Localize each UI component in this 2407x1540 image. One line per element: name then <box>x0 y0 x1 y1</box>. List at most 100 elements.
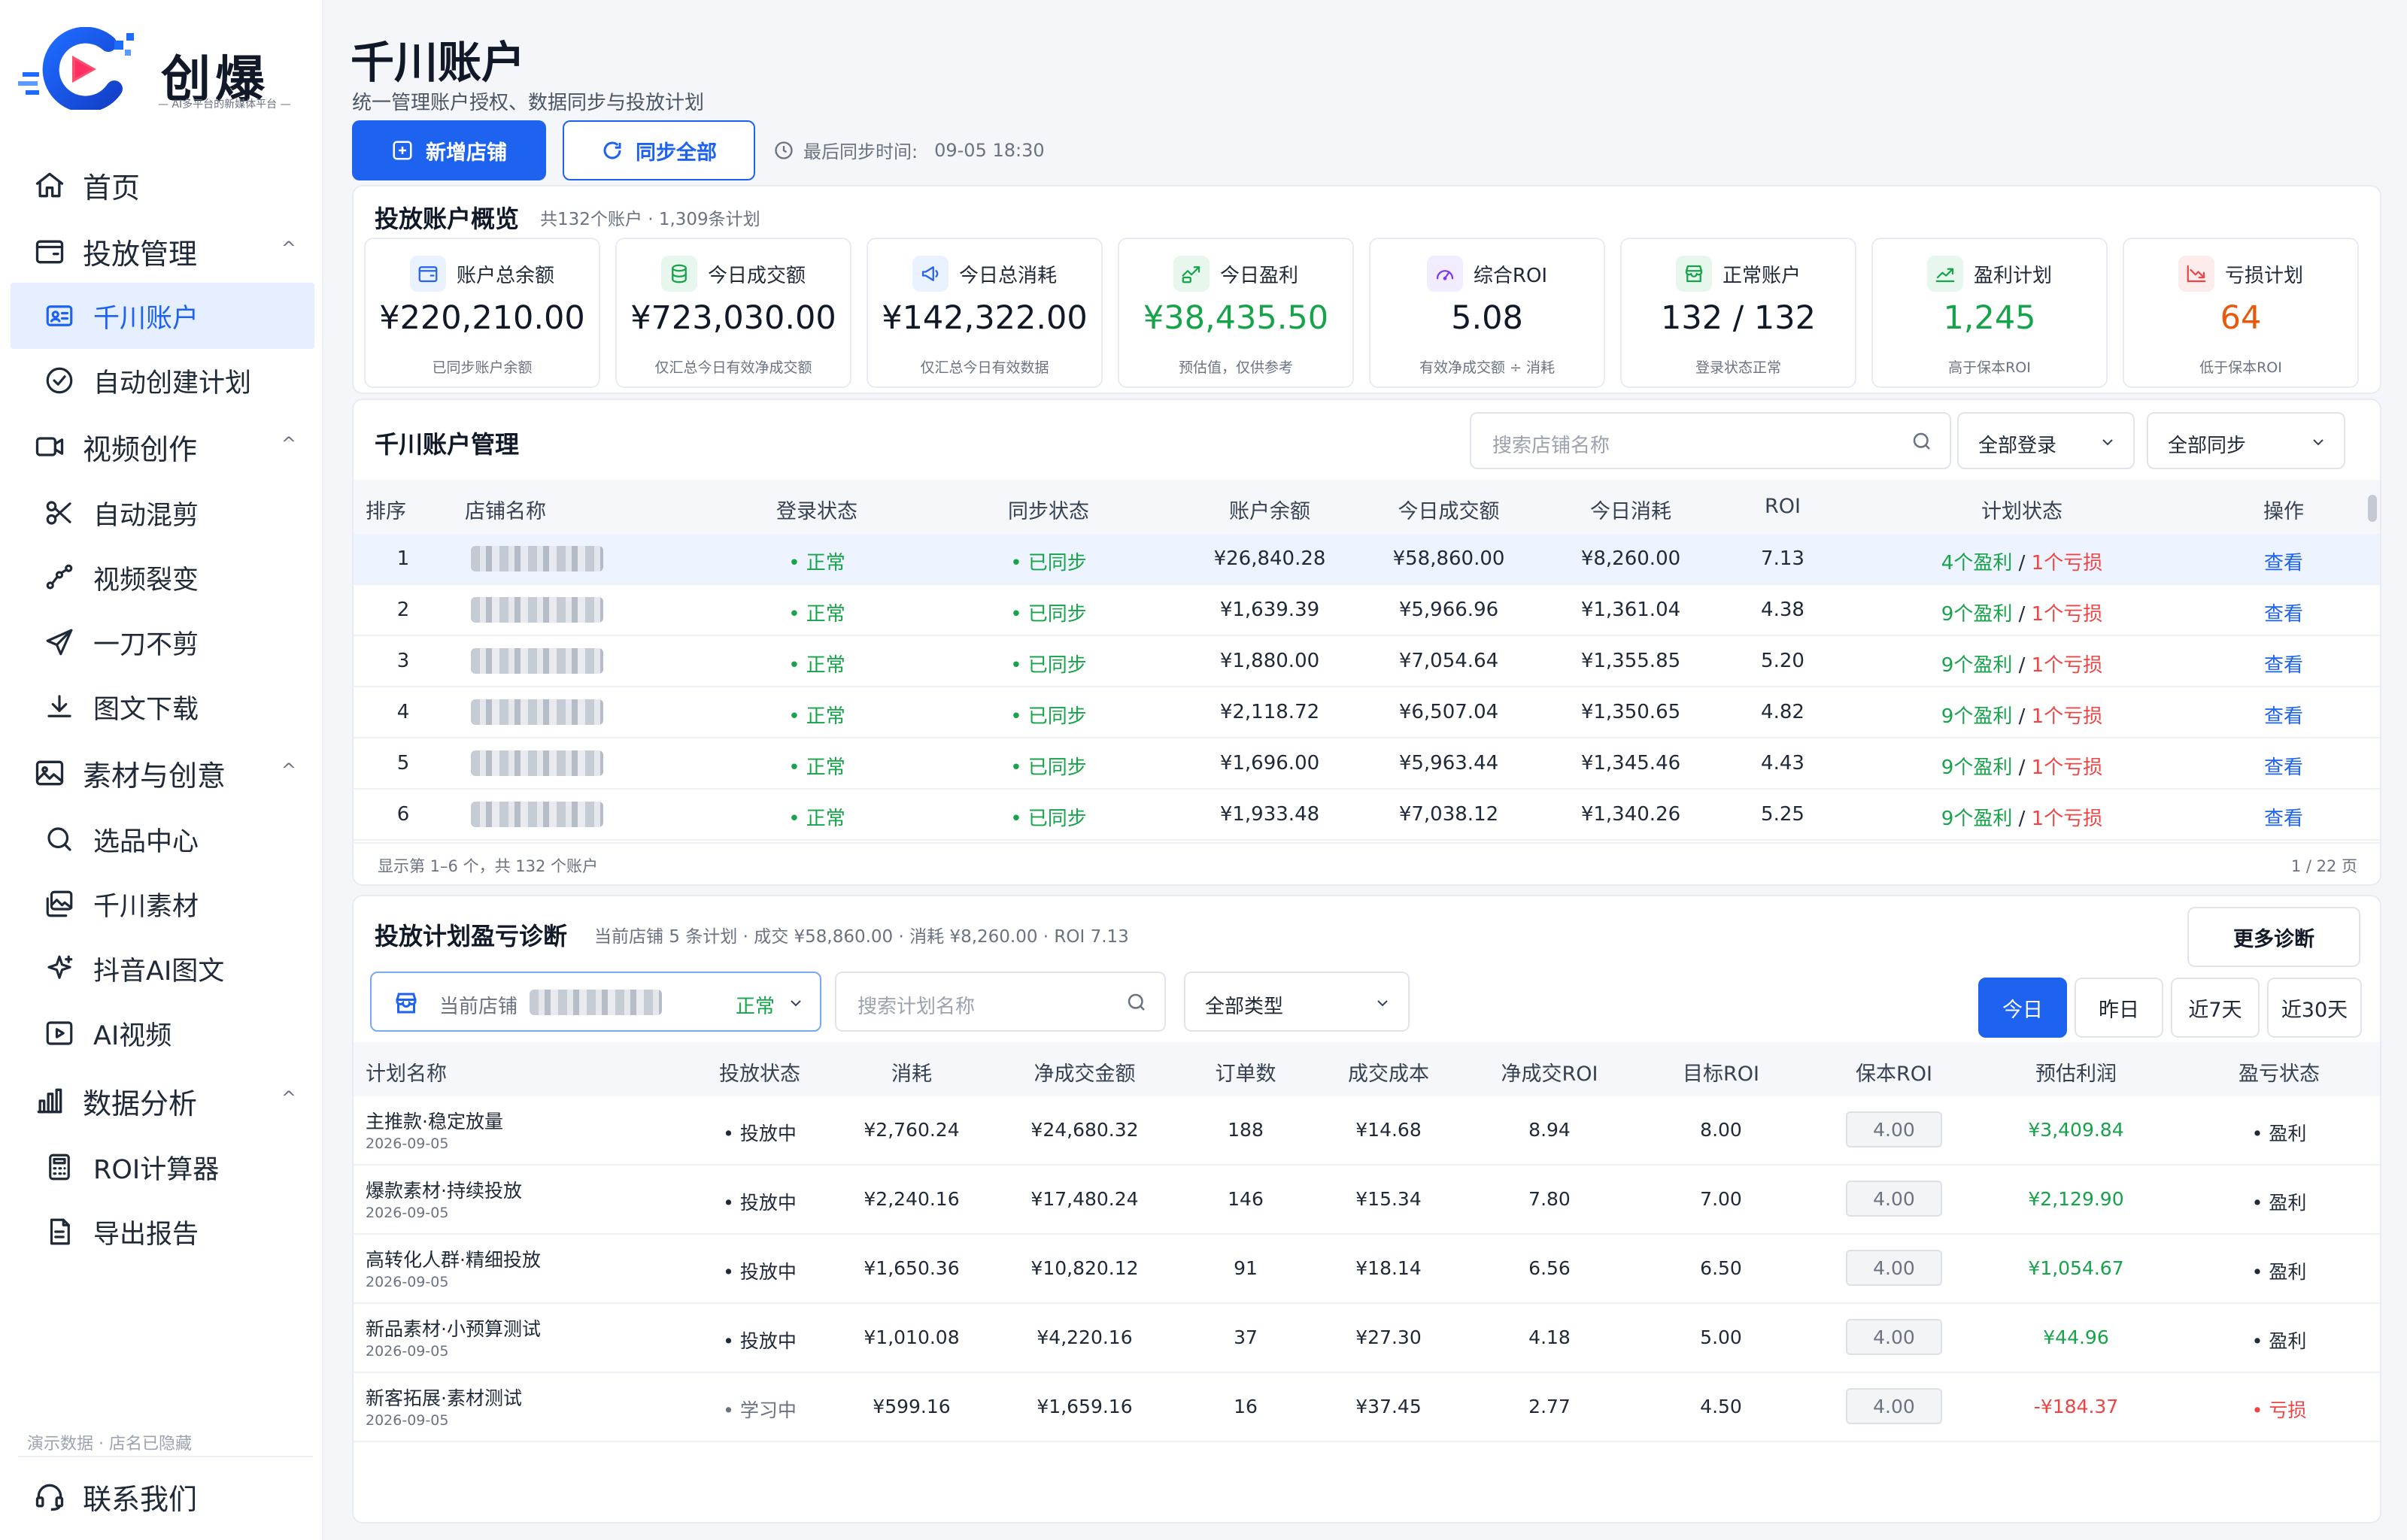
collapse-arrow-icon[interactable]: ^ <box>281 433 296 454</box>
date-tab-3[interactable]: 近30天 <box>2267 978 2362 1038</box>
accounts-scrollbar[interactable] <box>2368 489 2377 880</box>
plan-row[interactable]: 新客拓展·素材测试 2026-09-05 学习中 ¥599.16 ¥1,659.16 16… <box>354 1373 2380 1442</box>
column-header[interactable]: 目标ROI <box>1683 1057 1759 1087</box>
sidebar-item-1[interactable]: 投放管理 ^ <box>11 218 314 284</box>
table-row[interactable]: 5 正常 已同步 ¥1,696.00 ¥5,963.44 ¥1,345.46 4.43 9个盈… <box>354 738 2380 790</box>
column-header[interactable]: 今日消耗 <box>1590 495 1671 524</box>
sidebar-item-16[interactable]: 导出报告 <box>11 1199 314 1265</box>
collapse-arrow-icon[interactable]: ^ <box>281 1087 296 1108</box>
breakeven-roi-input[interactable]: 4.00 <box>1846 1111 1942 1147</box>
login-status: 正常 <box>788 701 845 729</box>
collapse-arrow-icon[interactable]: ^ <box>281 759 296 781</box>
sidebar-item-contact[interactable]: 联系我们 <box>11 1463 314 1529</box>
column-header[interactable]: 店铺名称 <box>465 495 546 524</box>
sidebar-item-8[interactable]: 图文下载 <box>11 674 314 740</box>
plan-row[interactable]: 主推款·稳定放量 2026-09-05 投放中 ¥2,760.24 ¥24,680.32… <box>354 1096 2380 1166</box>
sidebar-item-9[interactable]: 素材与创意 ^ <box>11 740 314 806</box>
table-row[interactable]: 1 正常 已同步 ¥26,840.28 ¥58,860.00 ¥8,260.00 7.13 4… <box>354 534 2380 585</box>
sidebar-item-13[interactable]: AI视频 <box>11 1000 314 1066</box>
column-header[interactable]: 同步状态 <box>1008 495 1089 524</box>
store-name-masked <box>471 546 603 571</box>
sidebar-item-4[interactable]: 视频创作 ^ <box>11 414 314 480</box>
view-link[interactable]: 查看 <box>2264 547 2303 575</box>
table-row[interactable]: 6 正常 已同步 ¥1,933.48 ¥7,038.12 ¥1,340.26 5.25 9个盈… <box>354 790 2380 841</box>
row-rank: 6 <box>396 803 410 826</box>
loss-plans: 1个亏损 <box>2031 552 2103 574</box>
plan-profit: ¥3,409.84 <box>2028 1119 2124 1141</box>
sidebar-item-2[interactable]: 千川账户 <box>11 283 314 349</box>
search-icon <box>1128 993 1145 1011</box>
table-row[interactable]: 3 正常 已同步 ¥1,880.00 ¥7,054.64 ¥1,355.85 5.20 9个盈… <box>354 636 2380 687</box>
sidebar-item-11[interactable]: 千川素材 <box>11 871 314 937</box>
stat-value: 132 / 132 <box>1661 299 1816 337</box>
collapse-arrow-icon[interactable]: ^ <box>281 238 296 259</box>
download-icon <box>44 691 75 723</box>
plan-row[interactable]: 新品素材·小预算测试 2026-09-05 投放中 ¥1,010.08 ¥4,220.1… <box>354 1304 2380 1373</box>
breakeven-roi-input[interactable]: 4.00 <box>1846 1388 1942 1424</box>
column-header[interactable]: 登录状态 <box>776 495 857 524</box>
sidebar-item-10[interactable]: 选品中心 <box>11 806 314 872</box>
account-balance: ¥1,696.00 <box>1219 752 1320 775</box>
column-header[interactable]: ROI <box>1765 495 1801 518</box>
column-header[interactable]: 净成交ROI <box>1501 1057 1598 1087</box>
column-header[interactable]: 今日成交额 <box>1398 495 1500 524</box>
column-header[interactable]: 预估利润 <box>2035 1057 2117 1087</box>
column-header[interactable]: 排序 <box>366 495 406 524</box>
view-link[interactable]: 查看 <box>2264 650 2303 678</box>
plan-date: 2026-09-05 <box>366 1412 449 1429</box>
plan-target-roi: 5.00 <box>1700 1326 1742 1348</box>
store-search-input[interactable]: 搜索店铺名称 <box>1470 412 1951 469</box>
brand-logo[interactable]: 创爆 — AI多平台的新媒体平台 — <box>18 27 304 117</box>
date-tab-1[interactable]: 昨日 <box>2075 978 2163 1038</box>
column-header[interactable]: 成交成本 <box>1348 1057 1429 1087</box>
sidebar-item-7[interactable]: 一刀不剪 <box>11 609 314 675</box>
sidebar-divider <box>18 1456 313 1457</box>
account-balance: ¥2,118.72 <box>1219 701 1320 723</box>
column-header[interactable]: 计划名称 <box>366 1057 447 1087</box>
sidebar-item-6[interactable]: 视频裂变 <box>11 544 314 611</box>
view-link[interactable]: 查看 <box>2264 752 2303 780</box>
column-header[interactable]: 计划状态 <box>1981 495 2062 524</box>
view-link[interactable]: 查看 <box>2264 599 2303 626</box>
plan-row[interactable]: 高转化人群·精细投放 2026-09-05 投放中 ¥1,650.36 ¥10,820.… <box>354 1235 2380 1304</box>
search-icon <box>1913 432 1930 450</box>
breakeven-roi-input[interactable]: 4.00 <box>1846 1319 1942 1355</box>
column-header[interactable]: 保本ROI <box>1856 1057 1932 1087</box>
breakeven-roi-input[interactable]: 4.00 <box>1846 1181 1942 1217</box>
breakeven-roi-input[interactable]: 4.00 <box>1846 1250 1942 1286</box>
more-diagnosis-button[interactable]: 更多诊断 <box>2187 907 2360 967</box>
date-tab-0[interactable]: 今日 <box>1978 978 2067 1038</box>
column-header[interactable]: 订单数 <box>1216 1057 1276 1087</box>
plan-row[interactable]: 爆款素材·持续投放 2026-09-05 投放中 ¥2,240.16 ¥17,480.2… <box>354 1166 2380 1235</box>
sidebar-item-15[interactable]: ROI计算器 <box>11 1134 314 1200</box>
stat-header: 盈利计划 <box>1873 256 2106 292</box>
column-header[interactable]: 盈亏状态 <box>2239 1057 2320 1087</box>
sidebar-item-0[interactable]: 首页 <box>11 152 314 218</box>
view-link[interactable]: 查看 <box>2264 803 2303 831</box>
accounts-page-indicator[interactable]: 1 / 22 页 <box>2291 854 2357 877</box>
store-name-masked <box>530 990 662 1015</box>
current-store-select[interactable]: 当前店铺 正常 <box>370 972 821 1032</box>
view-link[interactable]: 查看 <box>2264 701 2303 729</box>
add-store-button[interactable]: 新增店铺 <box>352 120 546 180</box>
sync-all-button[interactable]: 同步全部 <box>563 120 755 180</box>
column-header[interactable]: 净成交金额 <box>1034 1057 1136 1087</box>
table-row[interactable]: 2 正常 已同步 ¥1,639.39 ¥5,966.96 ¥1,361.04 4.38 9个盈… <box>354 585 2380 636</box>
sidebar-item-label: 选品中心 <box>93 826 199 857</box>
table-row[interactable]: 4 正常 已同步 ¥2,118.72 ¥6,507.04 ¥1,350.65 4.82 9个盈… <box>354 687 2380 738</box>
column-header[interactable]: 投放状态 <box>719 1057 800 1087</box>
sidebar-item-label: 一刀不剪 <box>93 629 199 660</box>
column-header[interactable]: 消耗 <box>891 1057 932 1087</box>
sidebar-item-5[interactable]: 自动混剪 <box>11 480 314 546</box>
sidebar-item-3[interactable]: 自动创建计划 <box>11 347 314 414</box>
column-header[interactable]: 账户余额 <box>1229 495 1310 524</box>
column-header[interactable]: 操作 <box>2263 495 2304 524</box>
sidebar-item-14[interactable]: 数据分析 ^ <box>11 1068 314 1134</box>
date-tab-2[interactable]: 近7天 <box>2171 978 2260 1038</box>
sync-filter-select[interactable]: 全部同步 <box>2147 412 2345 469</box>
page-title: 千川账户 <box>351 37 526 88</box>
plan-type-select[interactable]: 全部类型 <box>1184 972 1410 1032</box>
sidebar-item-12[interactable]: 抖音AI图文 <box>11 935 314 1002</box>
plan-search-input[interactable]: 搜索计划名称 <box>835 972 1166 1032</box>
login-filter-select[interactable]: 全部登录 <box>1957 412 2135 469</box>
